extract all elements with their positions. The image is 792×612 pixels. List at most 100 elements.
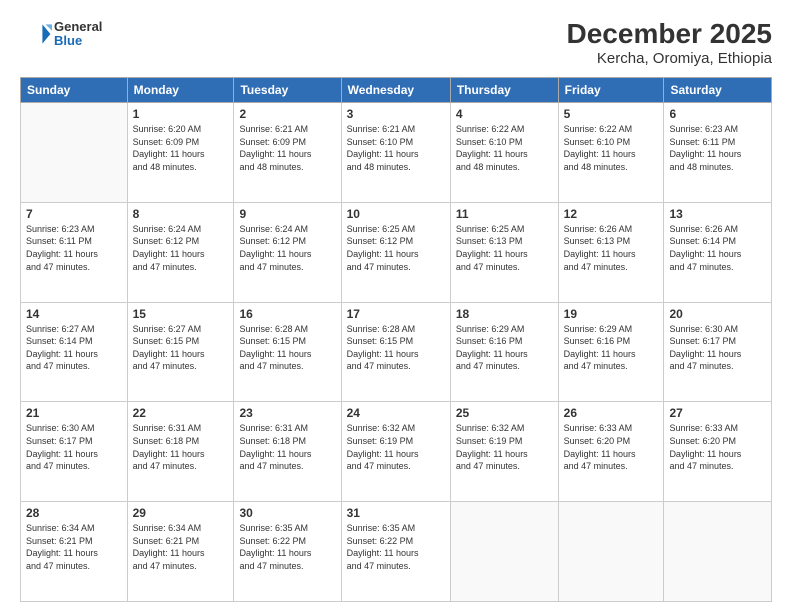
- calendar-cell: 30 Sunrise: 6:35 AM Sunset: 6:22 PM Dayli…: [234, 502, 341, 602]
- calendar-day-header: Wednesday: [341, 78, 450, 103]
- day-number: 21: [26, 406, 122, 420]
- day-number: 31: [347, 506, 445, 520]
- calendar-week-row: 1 Sunrise: 6:20 AM Sunset: 6:09 PM Daylig…: [21, 103, 772, 203]
- day-info: Sunrise: 6:26 AM Sunset: 6:14 PM Dayligh…: [669, 223, 766, 273]
- calendar-cell: 11 Sunrise: 6:25 AM Sunset: 6:13 PM Dayli…: [450, 202, 558, 302]
- day-number: 18: [456, 307, 553, 321]
- day-number: 9: [239, 207, 335, 221]
- day-number: 28: [26, 506, 122, 520]
- day-info: Sunrise: 6:21 AM Sunset: 6:09 PM Dayligh…: [239, 123, 335, 173]
- calendar-cell: 28Sunrise: 6:34 AM Sunset: 6:21 PM Dayli…: [21, 502, 128, 602]
- day-number: 6: [669, 107, 766, 121]
- calendar-cell: 4 Sunrise: 6:22 AM Sunset: 6:10 PM Daylig…: [450, 103, 558, 203]
- calendar-cell: 3Sunrise: 6:21 AM Sunset: 6:10 PM Daylig…: [341, 103, 450, 203]
- calendar-day-header: Saturday: [664, 78, 772, 103]
- day-number: 29: [133, 506, 229, 520]
- day-info: Sunrise: 6:20 AM Sunset: 6:09 PM Dayligh…: [133, 123, 229, 173]
- day-info: Sunrise: 6:35 AM Sunset: 6:22 PM Dayligh…: [239, 522, 335, 572]
- calendar-week-row: 21 Sunrise: 6:30 AM Sunset: 6:17 PM Dayli…: [21, 402, 772, 502]
- calendar-day-header: Monday: [127, 78, 234, 103]
- calendar-cell: [450, 502, 558, 602]
- day-number: 7: [26, 207, 122, 221]
- day-info: Sunrise: 6:23 AM Sunset: 6:11 PM Dayligh…: [669, 123, 766, 173]
- day-info: Sunrise: 6:28 AM Sunset: 6:15 PM Dayligh…: [347, 323, 445, 373]
- day-info: Sunrise: 6:24 AM Sunset: 6:12 PM Dayligh…: [239, 223, 335, 273]
- day-number: 30: [239, 506, 335, 520]
- calendar-cell: 9 Sunrise: 6:24 AM Sunset: 6:12 PM Daylig…: [234, 202, 341, 302]
- day-number: 5: [564, 107, 659, 121]
- day-number: 22: [133, 406, 229, 420]
- day-info: Sunrise: 6:30 AM Sunset: 6:17 PM Dayligh…: [26, 422, 122, 472]
- day-info: Sunrise: 6:30 AM Sunset: 6:17 PM Dayligh…: [669, 323, 766, 373]
- logo-general: General: [54, 20, 102, 34]
- calendar-cell: 23Sunrise: 6:31 AM Sunset: 6:18 PM Dayli…: [234, 402, 341, 502]
- day-info: Sunrise: 6:34 AM Sunset: 6:21 PM Dayligh…: [133, 522, 229, 572]
- calendar-table: SundayMondayTuesdayWednesdayThursdayFrid…: [20, 77, 772, 602]
- calendar-cell: [664, 502, 772, 602]
- calendar-cell: 26Sunrise: 6:33 AM Sunset: 6:20 PM Dayli…: [558, 402, 664, 502]
- calendar-cell: 15Sunrise: 6:27 AM Sunset: 6:15 PM Dayli…: [127, 302, 234, 402]
- day-info: Sunrise: 6:31 AM Sunset: 6:18 PM Dayligh…: [239, 422, 335, 472]
- calendar-cell: 10 Sunrise: 6:25 AM Sunset: 6:12 PM Dayli…: [341, 202, 450, 302]
- day-info: Sunrise: 6:23 AM Sunset: 6:11 PM Dayligh…: [26, 223, 122, 273]
- day-info: Sunrise: 6:35 AM Sunset: 6:22 PM Dayligh…: [347, 522, 445, 572]
- day-info: Sunrise: 6:32 AM Sunset: 6:19 PM Dayligh…: [347, 422, 445, 472]
- logo-text: General Blue: [54, 20, 102, 49]
- day-number: 4: [456, 107, 553, 121]
- day-info: Sunrise: 6:25 AM Sunset: 6:13 PM Dayligh…: [456, 223, 553, 273]
- calendar-cell: 31 Sunrise: 6:35 AM Sunset: 6:22 PM Dayli…: [341, 502, 450, 602]
- header: General Blue December 2025 Kercha, Oromi…: [20, 18, 772, 67]
- page: General Blue December 2025 Kercha, Oromi…: [0, 0, 792, 612]
- calendar-cell: 22 Sunrise: 6:31 AM Sunset: 6:18 PM Dayli…: [127, 402, 234, 502]
- calendar-day-header: Sunday: [21, 78, 128, 103]
- calendar-day-header: Friday: [558, 78, 664, 103]
- calendar-cell: 13Sunrise: 6:26 AM Sunset: 6:14 PM Dayli…: [664, 202, 772, 302]
- calendar-cell: 12 Sunrise: 6:26 AM Sunset: 6:13 PM Dayli…: [558, 202, 664, 302]
- day-number: 17: [347, 307, 445, 321]
- day-number: 11: [456, 207, 553, 221]
- day-number: 25: [456, 406, 553, 420]
- title-block: December 2025 Kercha, Oromiya, Ethiopia: [567, 18, 772, 67]
- day-info: Sunrise: 6:28 AM Sunset: 6:15 PM Dayligh…: [239, 323, 335, 373]
- calendar-day-header: Thursday: [450, 78, 558, 103]
- calendar-week-row: 28 Sunrise: 6:34 AM Sunset: 6:21 PM Dayli…: [21, 502, 772, 602]
- day-info: Sunrise: 6:22 AM Sunset: 6:10 PM Dayligh…: [564, 123, 659, 173]
- calendar-cell: 1 Sunrise: 6:20 AM Sunset: 6:09 PM Daylig…: [127, 103, 234, 203]
- day-info: Sunrise: 6:22 AM Sunset: 6:10 PM Dayligh…: [456, 123, 553, 173]
- calendar-cell: 27Sunrise: 6:33 AM Sunset: 6:20 PM Dayli…: [664, 402, 772, 502]
- day-info: Sunrise: 6:33 AM Sunset: 6:20 PM Dayligh…: [669, 422, 766, 472]
- day-info: Sunrise: 6:26 AM Sunset: 6:13 PM Dayligh…: [564, 223, 659, 273]
- day-number: 8: [133, 207, 229, 221]
- calendar-cell: 21 Sunrise: 6:30 AM Sunset: 6:17 PM Dayli…: [21, 402, 128, 502]
- day-number: 15: [133, 307, 229, 321]
- day-info: Sunrise: 6:33 AM Sunset: 6:20 PM Dayligh…: [564, 422, 659, 472]
- day-number: 2: [239, 107, 335, 121]
- day-info: Sunrise: 6:29 AM Sunset: 6:16 PM Dayligh…: [456, 323, 553, 373]
- day-info: Sunrise: 6:25 AM Sunset: 6:12 PM Dayligh…: [347, 223, 445, 273]
- calendar-cell: 19 Sunrise: 6:29 AM Sunset: 6:16 PM Dayli…: [558, 302, 664, 402]
- day-info: Sunrise: 6:21 AM Sunset: 6:10 PM Dayligh…: [347, 123, 445, 173]
- calendar-cell: 14Sunrise: 6:27 AM Sunset: 6:14 PM Dayli…: [21, 302, 128, 402]
- day-info: Sunrise: 6:24 AM Sunset: 6:12 PM Dayligh…: [133, 223, 229, 273]
- calendar-week-row: 14Sunrise: 6:27 AM Sunset: 6:14 PM Dayli…: [21, 302, 772, 402]
- day-number: 1: [133, 107, 229, 121]
- day-info: Sunrise: 6:31 AM Sunset: 6:18 PM Dayligh…: [133, 422, 229, 472]
- day-number: 19: [564, 307, 659, 321]
- calendar-day-header: Tuesday: [234, 78, 341, 103]
- calendar-subtitle: Kercha, Oromiya, Ethiopia: [567, 50, 772, 67]
- day-number: 24: [347, 406, 445, 420]
- logo-blue: Blue: [54, 34, 102, 48]
- day-info: Sunrise: 6:29 AM Sunset: 6:16 PM Dayligh…: [564, 323, 659, 373]
- calendar-cell: 8 Sunrise: 6:24 AM Sunset: 6:12 PM Daylig…: [127, 202, 234, 302]
- day-number: 12: [564, 207, 659, 221]
- day-number: 10: [347, 207, 445, 221]
- calendar-cell: 7 Sunrise: 6:23 AM Sunset: 6:11 PM Daylig…: [21, 202, 128, 302]
- calendar-cell: [558, 502, 664, 602]
- calendar-cell: 29 Sunrise: 6:34 AM Sunset: 6:21 PM Dayli…: [127, 502, 234, 602]
- logo: General Blue: [20, 18, 102, 50]
- day-number: 16: [239, 307, 335, 321]
- calendar-cell: 25Sunrise: 6:32 AM Sunset: 6:19 PM Dayli…: [450, 402, 558, 502]
- logo-icon: [20, 18, 52, 50]
- calendar-cell: 5 Sunrise: 6:22 AM Sunset: 6:10 PM Daylig…: [558, 103, 664, 203]
- calendar-title: December 2025: [567, 18, 772, 50]
